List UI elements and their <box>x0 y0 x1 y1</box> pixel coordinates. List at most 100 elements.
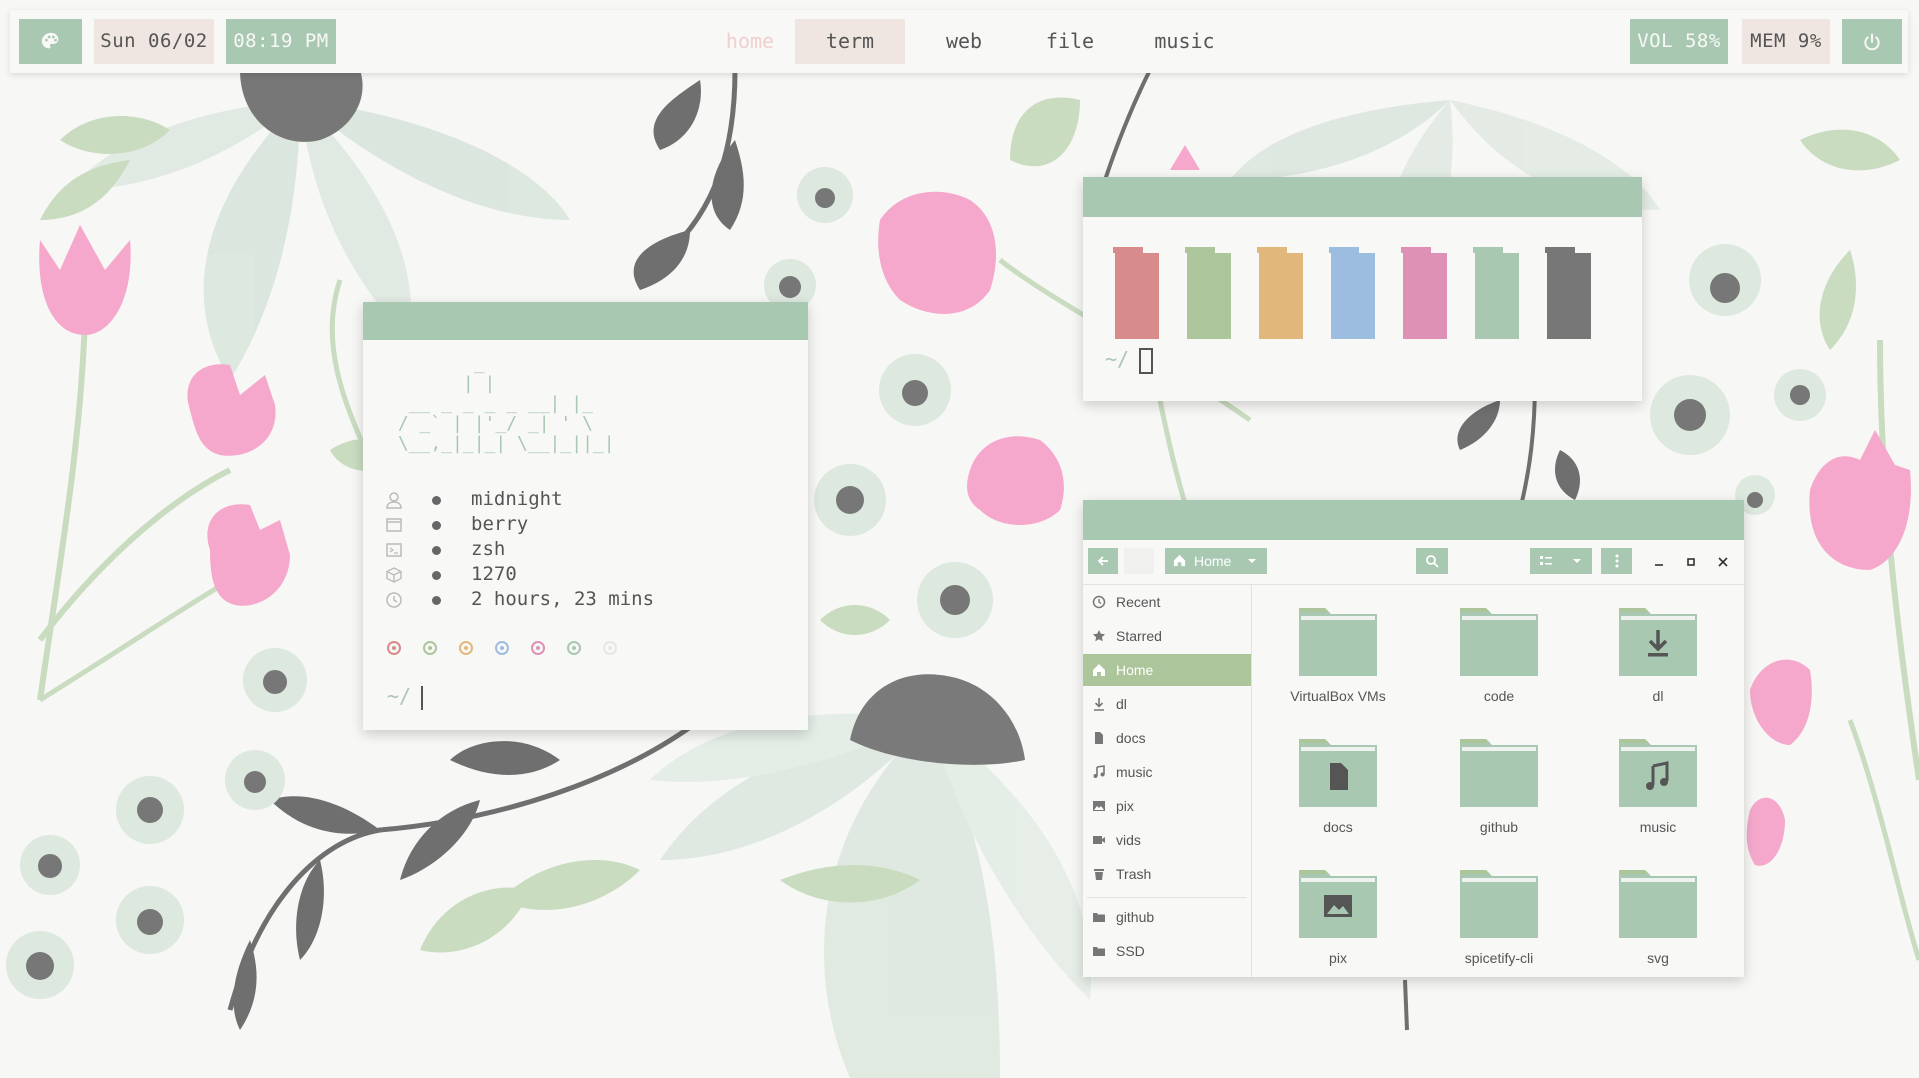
folder-label: pix <box>1329 950 1347 966</box>
window-titlebar[interactable] <box>1083 500 1744 540</box>
workspace-web[interactable]: web <box>909 19 1019 64</box>
info-value-uptime: 2 hours, 23 mins <box>471 588 655 610</box>
colors-terminal-window[interactable]: ~/ <box>1083 177 1642 401</box>
color-block-blue <box>1329 247 1375 339</box>
window-icon <box>386 518 402 532</box>
folder-label: music <box>1639 819 1677 835</box>
sidebar-item-ssd[interactable]: SSD <box>1083 935 1251 967</box>
download-icon <box>1094 698 1104 711</box>
view-mode-button[interactable] <box>1530 548 1561 574</box>
folder-icon <box>1460 870 1538 938</box>
home-icon <box>1093 664 1105 676</box>
color-dot-blue <box>495 641 509 655</box>
fetch-terminal-window[interactable]: _ | | __ _ _ _ _ __| |_ / _` | |'_/ _| '… <box>363 302 808 730</box>
folder-icon <box>1093 947 1105 956</box>
folder-svg[interactable]: svg <box>1583 864 1733 977</box>
power-button[interactable] <box>1842 19 1902 64</box>
window-titlebar[interactable] <box>363 302 808 340</box>
image-icon <box>1324 895 1352 917</box>
workspace-file[interactable]: file <box>1015 19 1125 64</box>
sidebar-item-starred[interactable]: Starred <box>1083 620 1251 652</box>
folder-docs[interactable]: docs <box>1263 733 1413 853</box>
menu-button[interactable] <box>1601 548 1632 574</box>
bullet-dot <box>432 596 441 605</box>
window-titlebar[interactable] <box>1083 177 1642 217</box>
clock-icon <box>386 592 402 608</box>
view-options-button[interactable] <box>1561 548 1592 574</box>
sidebar-item-music[interactable]: music <box>1083 756 1251 788</box>
sidebar-item-home[interactable]: Home <box>1083 654 1251 686</box>
star-icon <box>1093 630 1105 642</box>
file-manager-window[interactable]: Home Recent Starred Home dl docs music p… <box>1083 500 1744 977</box>
folder-pix[interactable]: pix <box>1263 864 1413 977</box>
power-icon <box>1864 33 1880 50</box>
workspace-home[interactable]: home <box>695 19 805 64</box>
sidebar-item-label: SSD <box>1116 943 1145 959</box>
folder-icon <box>1299 870 1377 938</box>
sidebar-item-dl[interactable]: dl <box>1083 688 1251 720</box>
folder-label: svg <box>1647 950 1669 966</box>
sidebar-item-label: docs <box>1116 730 1146 746</box>
shell-prompt[interactable]: ~/ <box>387 684 424 710</box>
color-dot-yellow <box>459 641 473 655</box>
prompt-path: ~/ <box>1105 347 1130 371</box>
workspace-music[interactable]: music <box>1122 19 1247 64</box>
chevron-down-icon <box>1572 559 1581 563</box>
back-button[interactable] <box>1088 548 1118 574</box>
search-button[interactable] <box>1416 548 1448 574</box>
package-icon <box>386 567 402 583</box>
clock-icon <box>1092 595 1106 609</box>
location-button[interactable]: Home <box>1165 548 1267 574</box>
shell-prompt[interactable]: ~/ <box>1105 347 1154 374</box>
palette-icon <box>41 32 58 48</box>
sidebar-item-label: Recent <box>1116 594 1161 610</box>
color-dot-magenta <box>531 641 545 655</box>
color-block-green <box>1185 247 1231 339</box>
sidebar-item-label: github <box>1116 909 1155 925</box>
folder-icon <box>1460 608 1538 676</box>
sidebar-item-github[interactable]: github <box>1083 901 1251 933</box>
info-value-wm: berry <box>471 513 529 535</box>
sidebar-item-docs[interactable]: docs <box>1083 722 1251 754</box>
color-dot-cyan <box>567 641 581 655</box>
ascii-logo: _ | | __ _ _ _ _ __| |_ / _` | |'_/ _| '… <box>397 353 615 454</box>
volume-indicator[interactable]: VOL 58% <box>1630 19 1728 64</box>
sidebar-item-label: Trash <box>1116 866 1152 882</box>
sidebar-item-label: pix <box>1116 798 1134 814</box>
sidebar-item-label: Home <box>1116 662 1154 678</box>
file-manager-toolbar: Home <box>1083 540 1744 585</box>
time-display: 08:19 PM <box>226 19 336 64</box>
sidebar-item-recent[interactable]: Recent <box>1083 586 1251 618</box>
image-icon <box>1093 801 1105 811</box>
folder-dl[interactable]: dl <box>1583 602 1733 722</box>
folder-code[interactable]: code <box>1424 602 1574 722</box>
music-note-icon <box>1093 765 1105 778</box>
sidebar-item-vids[interactable]: vids <box>1083 824 1251 856</box>
color-block-magenta <box>1401 247 1447 339</box>
folder-music[interactable]: music <box>1583 733 1733 853</box>
color-block-cyan <box>1473 247 1519 339</box>
minimize-icon[interactable] <box>1653 556 1665 568</box>
info-value-user: midnight <box>471 488 563 510</box>
color-dot-red <box>387 641 401 655</box>
palette-button[interactable] <box>19 19 82 64</box>
text-cursor <box>421 685 424 710</box>
workspace-term[interactable]: term <box>795 19 905 64</box>
folder-icon <box>1619 739 1697 807</box>
folder-virtualbox-vms[interactable]: VirtualBox VMs <box>1263 602 1413 722</box>
folder-spicetify-cli[interactable]: spicetify-cli <box>1424 864 1574 977</box>
folder-icon <box>1299 608 1377 676</box>
sidebar-item-label: music <box>1116 764 1153 780</box>
user-icon <box>386 492 402 509</box>
folder-github[interactable]: github <box>1424 733 1574 853</box>
bullet-dot <box>432 571 441 580</box>
sidebar-item-trash[interactable]: Trash <box>1083 858 1251 890</box>
close-icon[interactable] <box>1717 556 1729 568</box>
sidebar-item-pix[interactable]: pix <box>1083 790 1251 822</box>
maximize-icon[interactable] <box>1685 556 1697 568</box>
prompt-path: ~/ <box>387 684 412 708</box>
sidebar-item-label: vids <box>1116 832 1141 848</box>
text-cursor <box>1139 347 1154 374</box>
location-label: Home <box>1194 553 1232 569</box>
forward-button[interactable] <box>1124 548 1154 574</box>
